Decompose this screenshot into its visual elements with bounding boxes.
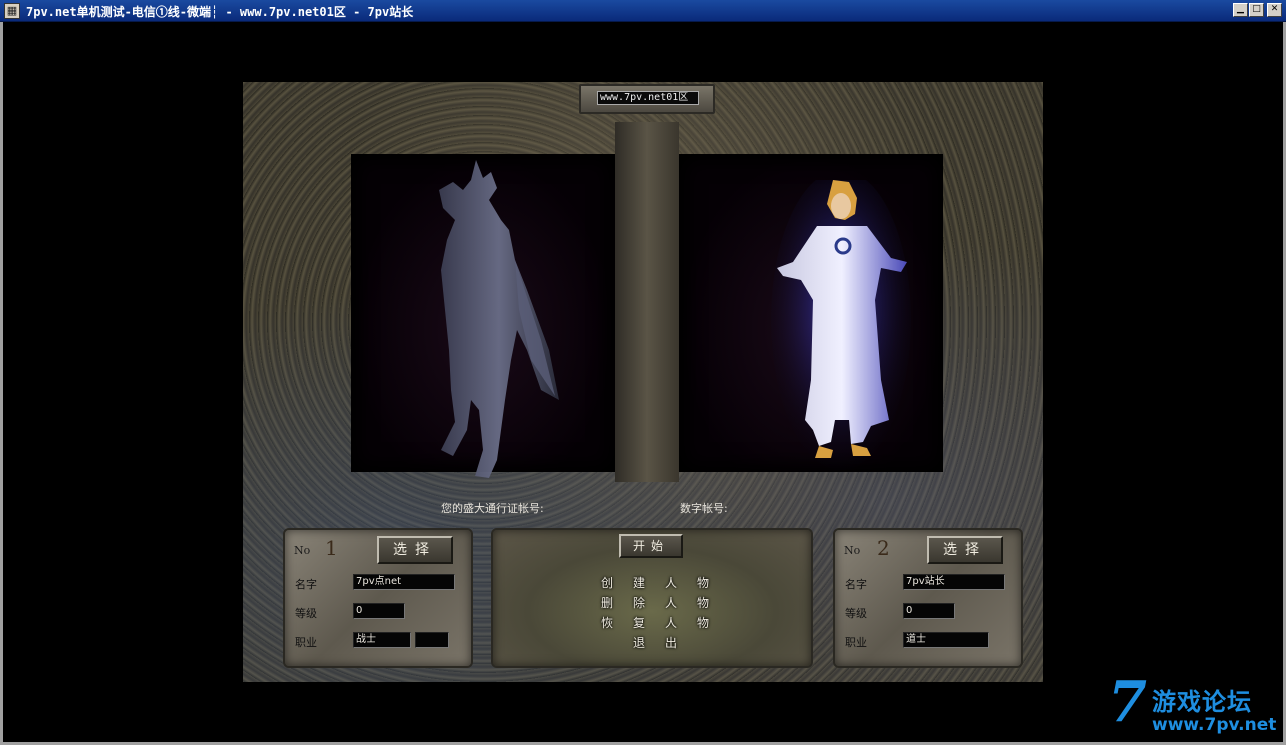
- server-plate: www.7pv.net01区: [579, 84, 715, 114]
- menu-char: 物: [696, 576, 709, 590]
- slot-1-job-label: 职业: [295, 636, 317, 649]
- watermark-seven: 7: [1108, 669, 1147, 735]
- slot-2-number: 2: [877, 536, 890, 560]
- slot-1-select-button[interactable]: 选择: [377, 536, 453, 564]
- exit-button[interactable]: 退 出: [623, 634, 687, 651]
- slot-1-name-label: 名字: [295, 578, 317, 591]
- window-title: 7pv.net单机测试-电信①线-微端┆ - www.7pv.net01区 - …: [26, 5, 414, 19]
- menu-char: 删: [600, 596, 613, 610]
- slot-2-level-field: 0: [903, 603, 955, 619]
- slot-1-panel: No 1 选择 名字 7pv点net 等级 0 职业 战士: [283, 528, 473, 668]
- window-titlebar[interactable]: ▦ 7pv.net单机测试-电信①线-微端┆ - www.7pv.net01区 …: [0, 0, 1286, 22]
- server-name: www.7pv.net01区: [597, 91, 699, 105]
- minimize-icon[interactable]: ▁: [1233, 3, 1248, 17]
- slot-1-name-field: 7pv点net: [353, 574, 455, 590]
- close-icon[interactable]: ✕: [1267, 3, 1282, 17]
- menu-char: 退: [632, 636, 645, 650]
- slot-1-no-label: No: [294, 544, 311, 557]
- maximize-icon[interactable]: □: [1249, 3, 1264, 17]
- slot-2-panel: No 2 选择 名字 7pv站长 等级 0 职业 道士: [833, 528, 1023, 668]
- slot-2-job-field: 道士: [903, 632, 989, 648]
- create-character-button[interactable]: 创 建 人 物: [591, 574, 719, 591]
- slot-1-number: 1: [325, 536, 338, 560]
- stone-pillar: [615, 122, 679, 482]
- menu-char: 出: [664, 636, 677, 650]
- window-controls: ▁ □ ✕: [1233, 3, 1282, 17]
- slot-2-name-field: 7pv站长: [903, 574, 1005, 590]
- watermark-text: 游戏论坛: [1152, 688, 1252, 716]
- menu-char: 人: [664, 596, 677, 610]
- delete-character-button[interactable]: 删 除 人 物: [591, 594, 719, 611]
- menu-char: 物: [696, 616, 709, 630]
- menu-char: 创: [600, 576, 613, 590]
- slot-1-level-field: 0: [353, 603, 405, 619]
- app-icon: ▦: [4, 3, 20, 19]
- slot-2-job-label: 职业: [845, 636, 867, 649]
- window-frame-left: [0, 22, 3, 745]
- slot-1-level-label: 等级: [295, 607, 317, 620]
- slot-2-no-label: No: [844, 544, 861, 557]
- menu-char: 恢: [600, 616, 613, 630]
- menu-char: 复: [632, 616, 645, 630]
- slot-2-name-label: 名字: [845, 578, 867, 591]
- site-watermark: 7 游戏论坛 www.7pv.net: [1108, 672, 1278, 740]
- digital-account-label: 数字帐号:: [680, 502, 728, 515]
- menu-char: 人: [664, 616, 677, 630]
- character-select-screen: www.7pv.net01区 您的盛大通行证帐号: 数字帐号: No 1 选择 …: [243, 82, 1043, 682]
- menu-char: 建: [632, 576, 645, 590]
- slot-2-level-label: 等级: [845, 607, 867, 620]
- passport-account-label: 您的盛大通行证帐号:: [441, 502, 544, 515]
- slot-2-select-button[interactable]: 选择: [927, 536, 1003, 564]
- menu-char: 人: [664, 576, 677, 590]
- watermark-url: www.7pv.net: [1152, 715, 1277, 735]
- taoist-character[interactable]: [771, 180, 911, 470]
- menu-panel: 开始 创 建 人 物 删 除 人 物 恢 复 人 物 退 出: [491, 528, 813, 668]
- start-button[interactable]: 开始: [619, 534, 683, 558]
- slot-1-job-extra-field: [415, 632, 449, 648]
- menu-char: 除: [632, 596, 645, 610]
- warrior-character[interactable]: [431, 160, 561, 480]
- restore-character-button[interactable]: 恢 复 人 物: [591, 614, 719, 631]
- slot-1-job-field: 战士: [353, 632, 411, 648]
- menu-char: 物: [696, 596, 709, 610]
